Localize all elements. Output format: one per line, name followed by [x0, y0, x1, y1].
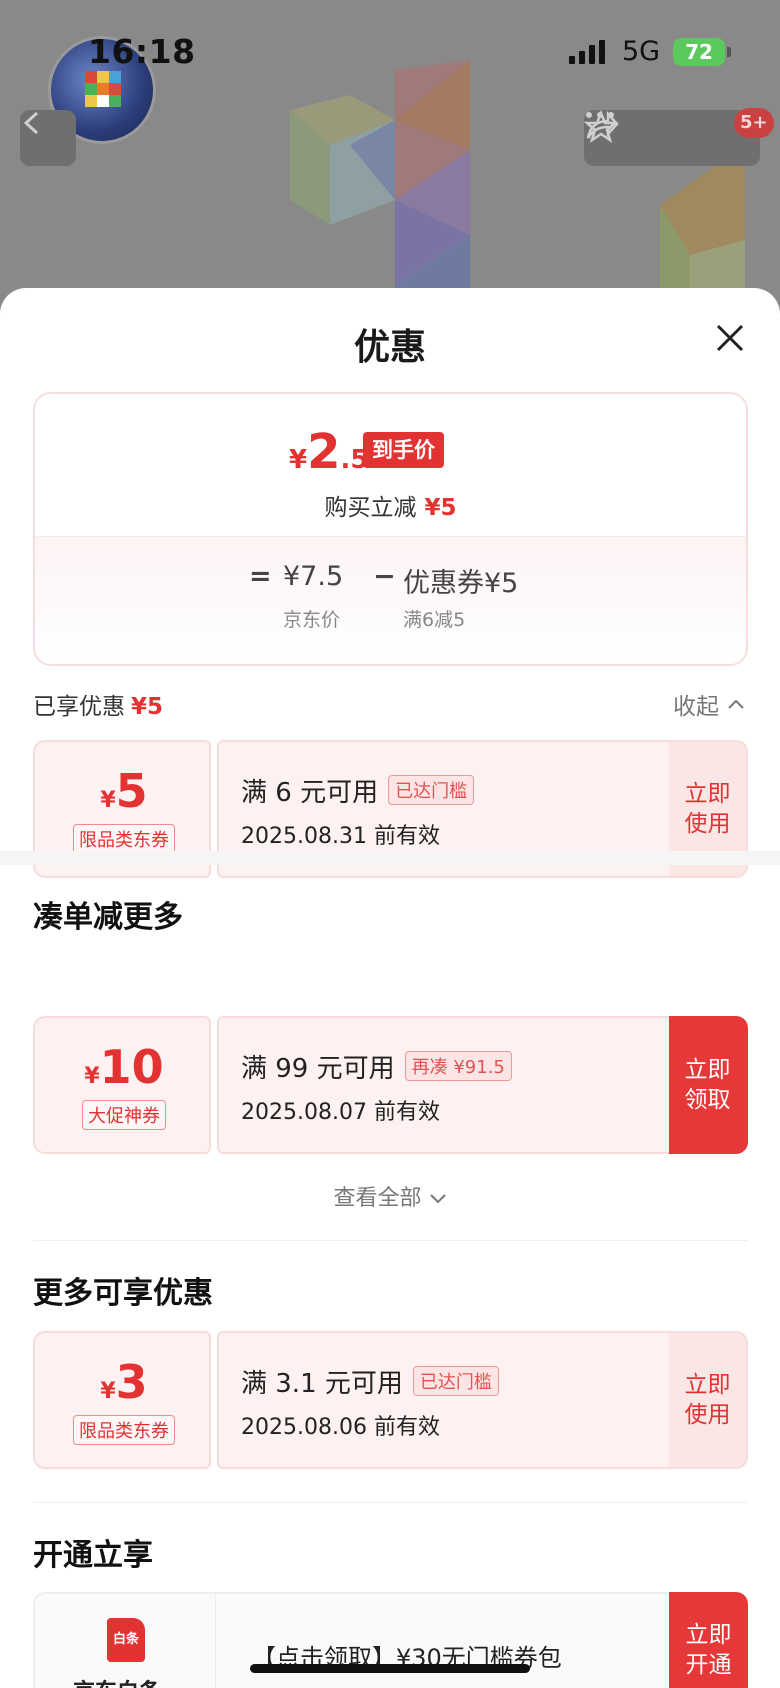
claim-now-button[interactable]: 立即领取	[669, 1016, 748, 1154]
membership-brand: 白条 京东白条	[33, 1592, 215, 1688]
jd-price-label: 京东价	[283, 609, 341, 631]
coupon-kind: 限品类东券	[73, 1415, 175, 1445]
close-icon[interactable]	[710, 318, 750, 358]
divider	[33, 1502, 748, 1503]
membership-name: 京东白条	[73, 1674, 161, 1688]
activate-button[interactable]: 立即开通	[669, 1592, 748, 1688]
coupon-condition-text: 满 99 元可用	[241, 1054, 395, 1084]
membership-info: 【点击领取】¥30无门槛券包	[215, 1592, 669, 1688]
battery-icon: 72	[673, 38, 725, 66]
coupon-condition: 满 3.1 元可用 已达门槛	[241, 1363, 499, 1400]
baitiao-icon: 白条	[107, 1618, 145, 1662]
coupon-threshold-tag: 已达门槛	[388, 775, 475, 805]
coupon-rule-label: 满6减5	[403, 609, 466, 631]
final-price-integer: 2	[307, 424, 341, 480]
network-label: 5G	[622, 36, 661, 67]
collapse-toggle[interactable]: 收起	[673, 687, 745, 721]
sheet-title: 优惠	[353, 327, 426, 368]
coupon-value-area: ¥3 限品类东券	[33, 1331, 211, 1469]
battery-tip	[727, 47, 731, 57]
divider	[33, 1240, 748, 1241]
coupon-amount: ¥10	[35, 1040, 213, 1094]
final-price-area: ¥2.5 到手价 购买立减 ¥5	[35, 394, 746, 536]
coupon-gap-tag: 再凑 ¥91.5	[404, 1051, 512, 1081]
chevron-down-icon	[429, 1194, 446, 1204]
coupon-condition-text: 满 6 元可用	[241, 778, 379, 808]
coupon-amount: ¥5	[35, 764, 213, 818]
coupon-amount-value: 5	[115, 764, 148, 818]
coupon-info: 满 99 元可用 再凑 ¥91.5 2025.08.07 前有效	[217, 1016, 669, 1154]
coupon-condition: 满 6 元可用 已达门槛	[241, 772, 475, 809]
jd-price-value: ¥7.5	[283, 561, 344, 592]
coupon-amount-value: 10	[99, 1040, 164, 1094]
final-price-currency: ¥	[289, 445, 308, 475]
coupon-amount-value: 3	[115, 1355, 148, 1409]
see-all-link[interactable]: 查看全部	[0, 1180, 780, 1212]
section-title-more-savings: 凑单减更多	[33, 900, 183, 935]
back-button[interactable]	[20, 110, 76, 166]
price-breakdown: = ¥7.5 − 优惠券¥5 京东价 满6减5	[35, 536, 746, 664]
more-icon[interactable]	[584, 110, 616, 120]
coupon-validity: 2025.08.06 前有效	[241, 1415, 440, 1440]
coupon-condition: 满 99 元可用 再凑 ¥91.5	[241, 1048, 512, 1085]
coupon-currency: ¥	[84, 1064, 100, 1089]
status-time: 16:18	[88, 32, 196, 71]
coupon-currency: ¥	[100, 788, 116, 813]
activate-label: 立即开通	[685, 1622, 732, 1678]
chevron-up-icon	[728, 699, 744, 709]
coupon-currency: ¥	[100, 1379, 116, 1404]
coupon-promo: ¥10 大促神券 满 99 元可用 再凑 ¥91.5 2025.08.07 前有效…	[33, 1016, 748, 1154]
coupon-validity: 2025.08.07 前有效	[241, 1100, 440, 1125]
battery-level: 72	[685, 40, 713, 64]
coupon-kind: 大促神券	[82, 1100, 166, 1130]
notification-badge: 5+	[734, 108, 774, 138]
coupon-condition-text: 满 3.1 元可用	[241, 1369, 403, 1399]
final-price: ¥2.5	[289, 424, 368, 480]
use-now-label: 立即使用	[684, 781, 731, 837]
coupon-value-area: ¥10 大促神券	[33, 1016, 211, 1154]
instant-discount-value: ¥5	[424, 495, 457, 521]
enjoyed-discount: 已享优惠 ¥5	[33, 687, 163, 721]
discount-sheet: 优惠 ¥2.5 到手价 购买立减 ¥5 = ¥7.5 − 优惠券¥5 京东价 满6…	[0, 288, 780, 1688]
final-price-tag: 到手价	[363, 432, 444, 468]
membership-offer: 白条 京东白条 【点击领取】¥30无门槛券包 立即开通	[33, 1592, 748, 1688]
use-now-button[interactable]: 立即使用	[669, 1331, 748, 1469]
instant-discount-label: 购买立减	[324, 495, 417, 521]
baitiao-icon-label: 白条	[112, 1632, 139, 1647]
coupon-deduction: 优惠券¥5	[403, 568, 519, 599]
section-title-more-offers: 更多可享优惠	[33, 1276, 213, 1311]
equals-sign: =	[249, 561, 272, 592]
see-all-label: 查看全部	[333, 1186, 422, 1211]
coupon-kind: 限品类东券	[73, 824, 175, 854]
enjoyed-value: ¥5	[131, 694, 164, 720]
chevron-left-icon	[23, 111, 39, 135]
coupon-info: 满 3.1 元可用已达门槛 2025.08.06 前有效 已领	[217, 1331, 669, 1469]
coupon-category: ¥3 限品类东券 满 3.1 元可用已达门槛 2025.08.06 前有效 已领…	[33, 1331, 748, 1469]
product-page-background: 16:18 5G 72 5+	[0, 0, 780, 300]
collapse-label: 收起	[673, 694, 719, 720]
use-now-label: 立即使用	[684, 1372, 731, 1428]
price-summary-card: ¥2.5 到手价 购买立减 ¥5 = ¥7.5 − 优惠券¥5 京东价 满6减5	[33, 392, 748, 666]
home-indicator[interactable]	[250, 1664, 530, 1673]
coupon-validity: 2025.08.31 前有效	[241, 824, 440, 849]
section-gap	[0, 851, 780, 865]
signal-icon	[569, 40, 605, 64]
claim-now-label: 立即领取	[684, 1057, 731, 1113]
instant-discount: 购买立减 ¥5	[35, 488, 746, 522]
section-title-membership: 开通立享	[33, 1538, 153, 1573]
status-bar: 16:18 5G 72	[0, 0, 780, 144]
coupon-threshold-tag: 已达门槛	[412, 1366, 499, 1396]
enjoyed-label: 已享优惠	[33, 694, 125, 720]
coupon-amount: ¥3	[35, 1355, 213, 1409]
minus-sign: −	[373, 561, 396, 592]
